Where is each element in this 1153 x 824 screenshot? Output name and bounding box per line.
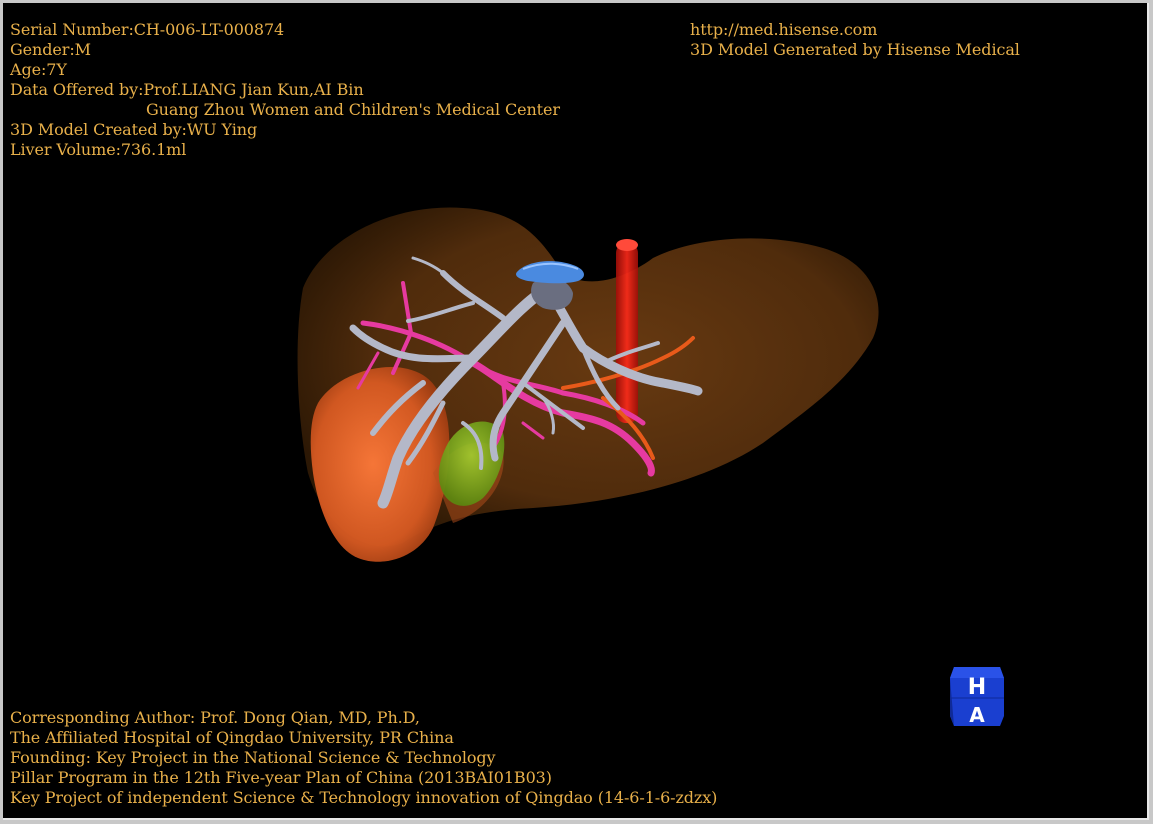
3d-viewport[interactable]: Serial Number:CH-006-LT-000874 Gender:M … [3,3,1149,820]
qingdao-project: Key Project of independent Science & Tec… [10,788,718,807]
data-offered-by: Data Offered by:Prof.LIANG Jian Kun,AI B… [10,80,364,99]
pillar-program: Pillar Program in the 12th Five-year Pla… [10,768,552,787]
generated-by: 3D Model Generated by Hisense Medical [690,40,1020,59]
ivc-vessel [616,243,638,423]
patient-info-block: Serial Number:CH-006-LT-000874 Gender:M … [10,20,560,160]
affiliated-hospital: The Affiliated Hospital of Qingdao Unive… [10,728,454,747]
cube-top-letter: H [968,675,986,700]
credits-block: Corresponding Author: Prof. Dong Qian, M… [10,708,717,808]
orientation-cube-icon[interactable]: H A [948,664,1006,728]
generator-info-block: http://med.hisense.com 3D Model Generate… [690,20,1020,60]
gender: Gender:M [10,40,91,59]
cube-bottom-letter: A [969,703,985,727]
serial-number: Serial Number:CH-006-LT-000874 [10,20,285,39]
age: Age:7Y [10,60,67,79]
model-created-by: 3D Model Created by:WU Ying [10,120,258,139]
website-url: http://med.hisense.com [690,20,878,39]
liver-volume: Liver Volume:736.1ml [10,140,187,159]
data-offered-institution: Guang Zhou Women and Children's Medical … [146,100,560,119]
right-lobe [310,367,450,562]
corresponding-author: Corresponding Author: Prof. Dong Qian, M… [10,708,420,727]
founding: Founding: Key Project in the National Sc… [10,748,496,767]
